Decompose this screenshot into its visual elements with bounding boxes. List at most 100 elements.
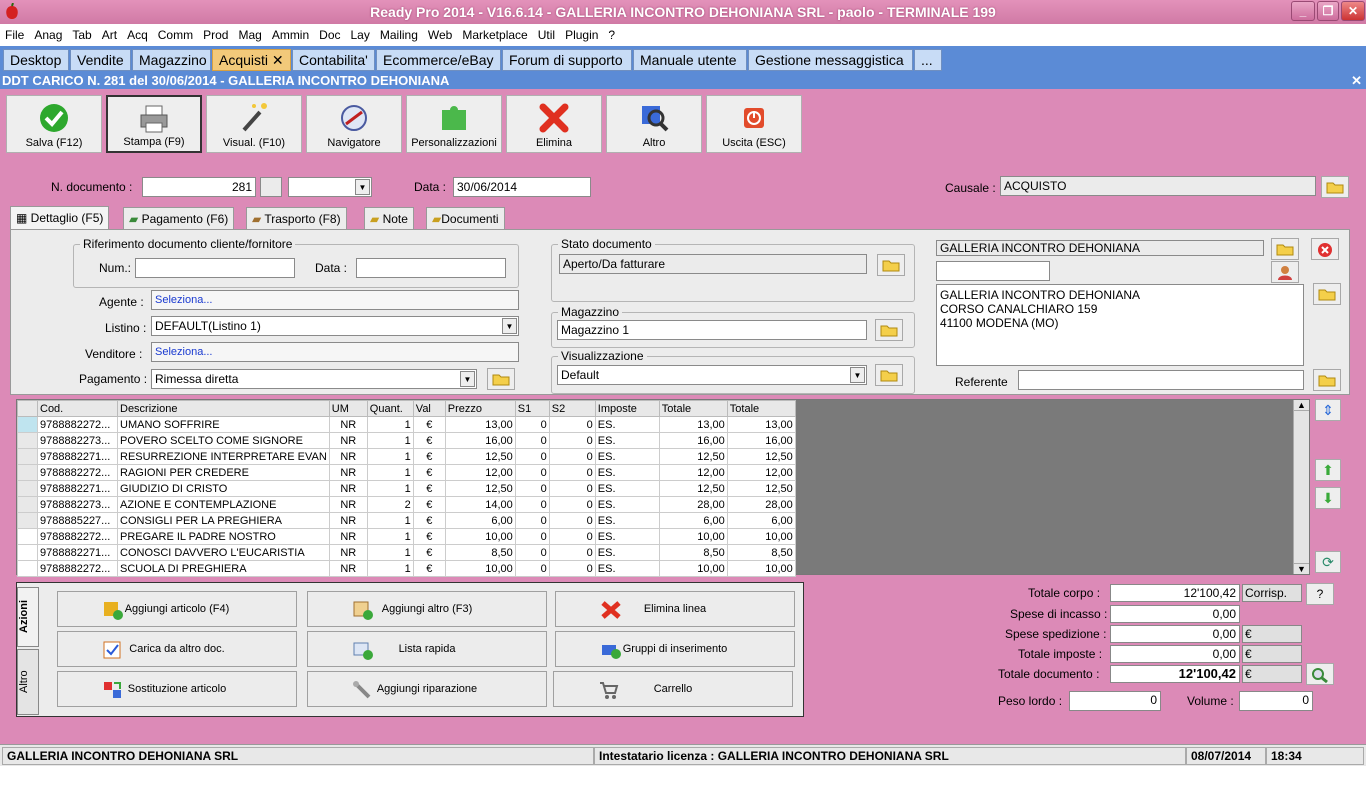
move-down-button[interactable]: ⬇ (1315, 487, 1341, 509)
table-cell[interactable]: 12,00 (658, 464, 728, 481)
menu-item-6[interactable]: Prod (198, 25, 233, 45)
table-cell[interactable]: PREGARE IL PADRE NOSTRO (117, 528, 330, 545)
delete-line-button[interactable]: Elimina linea (555, 591, 795, 627)
view-button[interactable]: Visual. (F10) (206, 95, 302, 153)
table-cell[interactable]: NR (328, 448, 368, 465)
column-header[interactable]: UM (328, 400, 368, 417)
row-selector[interactable] (17, 560, 38, 577)
table-cell[interactable]: NR (328, 480, 368, 497)
tab-pagamento[interactable]: ▰ Pagamento (F6) (123, 207, 235, 231)
table-cell[interactable]: AZIONE E CONTEMPLAZIONE (117, 496, 330, 513)
table-cell[interactable]: 16,00 (444, 432, 516, 449)
rif-num-field[interactable] (135, 258, 295, 278)
table-cell[interactable]: 9788882271... (37, 544, 118, 561)
table-cell[interactable]: 12,50 (726, 448, 796, 465)
column-header[interactable]: Quant. (366, 400, 414, 417)
module-tab-5[interactable]: Ecommerce/eBay (376, 49, 501, 71)
tab-documenti[interactable]: ▰Documenti (426, 207, 505, 231)
table-cell[interactable]: 0 (514, 432, 550, 449)
table-cell[interactable]: 1 (366, 416, 414, 433)
chevron-down-icon[interactable]: ▼ (460, 371, 475, 387)
table-cell[interactable]: NR (328, 528, 368, 545)
menu-item-7[interactable]: Mag (233, 25, 266, 45)
tab-note[interactable]: ▰ Note (364, 207, 414, 231)
table-cell[interactable]: 14,00 (444, 496, 516, 513)
stato-field[interactable]: Aperto/Da fatturare (559, 254, 867, 274)
table-cell[interactable]: NR (328, 560, 368, 577)
minimize-button[interactable]: _ (1291, 1, 1315, 21)
table-cell[interactable]: € (412, 496, 446, 513)
ndoc-suffix-field[interactable] (260, 177, 282, 197)
menu-item-0[interactable]: File (0, 25, 29, 45)
row-selector[interactable] (17, 448, 38, 465)
table-cell[interactable]: 10,00 (444, 528, 516, 545)
table-cell[interactable]: € (412, 448, 446, 465)
table-cell[interactable]: € (412, 464, 446, 481)
row-selector[interactable] (17, 512, 38, 529)
table-cell[interactable]: 28,00 (726, 496, 796, 513)
table-cell[interactable]: 0 (514, 496, 550, 513)
row-selector[interactable] (17, 544, 38, 561)
column-header[interactable]: S2 (548, 400, 596, 417)
ndoc-field[interactable]: 281 (142, 177, 256, 197)
chevron-down-icon[interactable]: ▼ (502, 318, 517, 334)
table-cell[interactable]: NR (328, 416, 368, 433)
table-cell[interactable]: 12,00 (444, 464, 516, 481)
table-cell[interactable]: 28,00 (658, 496, 728, 513)
spese-spedizione-field[interactable]: 0,00 (1110, 625, 1240, 643)
table-cell[interactable]: 16,00 (658, 432, 728, 449)
table-cell[interactable]: 0 (514, 464, 550, 481)
column-header[interactable]: S1 (514, 400, 550, 417)
column-header[interactable]: Descrizione (117, 400, 330, 417)
table-cell[interactable]: € (412, 560, 446, 577)
series-select[interactable]: ▼ (288, 177, 372, 197)
table-cell[interactable]: € (412, 544, 446, 561)
table-row[interactable]: 9788882273... POVERO SCELTO COME SIGNORE N… (17, 432, 796, 449)
table-cell[interactable]: 10,00 (658, 560, 728, 577)
menu-item-11[interactable]: Mailing (375, 25, 423, 45)
listino-select[interactable]: DEFAULT(Listino 1) ▼ (151, 316, 519, 336)
table-cell[interactable]: 0 (548, 480, 596, 497)
chevron-down-icon[interactable]: ▼ (355, 179, 370, 195)
scroll-down-icon[interactable]: ▼ (1294, 563, 1309, 574)
save-button[interactable]: Salva (F12) (6, 95, 102, 153)
table-cell[interactable]: ES. (594, 416, 660, 433)
module-tab-4[interactable]: Contabilita' (292, 49, 375, 71)
table-cell[interactable]: 2 (366, 496, 414, 513)
table-cell[interactable]: 10,00 (444, 560, 516, 577)
exit-button[interactable]: Uscita (ESC) (706, 95, 802, 153)
add-article-button[interactable]: Aggiungi articolo (F4) (57, 591, 297, 627)
agente-field[interactable]: Seleziona... (151, 290, 519, 310)
table-cell[interactable]: SCUOLA DI PREGHIERA (117, 560, 330, 577)
table-cell[interactable]: ES. (594, 512, 660, 529)
cart-button[interactable]: Carrello (553, 671, 793, 707)
column-header[interactable]: Totale (658, 400, 728, 417)
table-cell[interactable]: 0 (548, 448, 596, 465)
supplier-field[interactable]: GALLERIA INCONTRO DEHONIANA (936, 240, 1264, 256)
table-cell[interactable]: 0 (548, 560, 596, 577)
table-cell[interactable]: NR (328, 432, 368, 449)
table-cell[interactable]: 1 (366, 448, 414, 465)
navigator-button[interactable]: Navigatore (306, 95, 402, 153)
table-cell[interactable]: 10,00 (658, 528, 728, 545)
table-cell[interactable]: NR (328, 544, 368, 561)
table-cell[interactable]: RESURREZIONE INTERPRETARE EVAN (117, 448, 330, 465)
close-doc-icon[interactable]: ✕ (1351, 72, 1362, 89)
table-cell[interactable]: € (412, 512, 446, 529)
table-cell[interactable]: UMANO SOFFRIRE (117, 416, 330, 433)
rif-date-field[interactable] (356, 258, 506, 278)
row-selector[interactable] (17, 480, 38, 497)
load-doc-button[interactable]: Carica da altro doc. (57, 631, 297, 667)
table-cell[interactable]: NR (328, 496, 368, 513)
table-cell[interactable]: 0 (514, 544, 550, 561)
table-cell[interactable]: ES. (594, 528, 660, 545)
close-button[interactable]: ✕ (1341, 1, 1365, 21)
table-cell[interactable]: € (412, 416, 446, 433)
column-header[interactable]: Totale (726, 400, 796, 417)
chevron-down-icon[interactable]: ▼ (850, 367, 865, 383)
column-header[interactable]: Cod. (37, 400, 118, 417)
table-cell[interactable]: € (412, 480, 446, 497)
table-cell[interactable]: NR (328, 464, 368, 481)
module-tab-8[interactable]: Gestione messaggistica (748, 49, 913, 71)
table-cell[interactable]: 1 (366, 560, 414, 577)
